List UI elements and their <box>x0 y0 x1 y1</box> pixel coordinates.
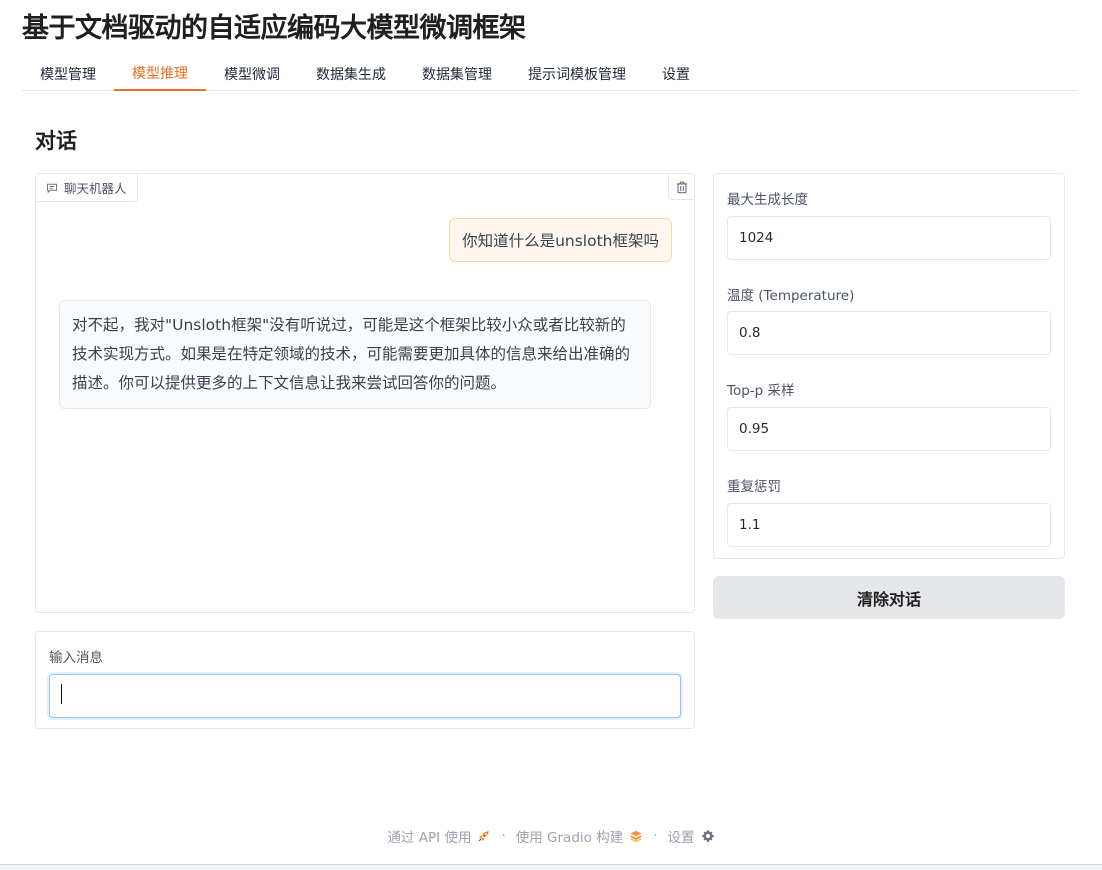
footer: 通过 API 使用 · 使用 Gradio 构建 · 设置 <box>0 826 1102 846</box>
bot-message: 对不起，我对"Unsloth框架"没有听说过，可能是这个框架比较小众或者比较新的… <box>59 300 651 409</box>
footer-settings-link[interactable]: 设置 <box>668 826 715 846</box>
clear-conversation-button[interactable]: 清除对话 <box>713 576 1065 619</box>
max-length-label: 最大生成长度 <box>727 192 808 208</box>
temperature-label: 温度 (Temperature) <box>727 288 855 304</box>
tab-dataset-generation[interactable]: 数据集生成 <box>298 57 404 91</box>
tab-model-management[interactable]: 模型管理 <box>22 57 114 91</box>
tab-prompt-template-management[interactable]: 提示词模板管理 <box>510 57 644 91</box>
footer-settings-label: 设置 <box>667 830 695 846</box>
tab-model-finetune[interactable]: 模型微调 <box>206 57 298 91</box>
gradio-link[interactable]: 使用 Gradio 构建 <box>516 826 643 846</box>
rocket-icon <box>479 831 490 842</box>
message-input-block: 输入消息 <box>35 631 695 729</box>
message-input-label: 输入消息 <box>49 650 103 666</box>
api-link[interactable]: 通过 API 使用 <box>388 826 492 846</box>
app-title: 基于文档驱动的自适应编码大模型微调框架 <box>22 13 526 44</box>
repetition-penalty-label: 重复惩罚 <box>727 479 781 495</box>
api-link-label: 通过 API 使用 <box>387 830 472 846</box>
repetition-penalty-input[interactable] <box>727 503 1051 547</box>
temperature-input[interactable] <box>727 311 1051 355</box>
window-bottom-edge <box>0 864 1102 870</box>
chatbot-label-text: 聊天机器人 <box>64 181 127 196</box>
text-caret <box>61 684 62 704</box>
tab-model-inference[interactable]: 模型推理 <box>114 57 206 91</box>
user-message: 你知道什么是unsloth框架吗 <box>449 218 672 262</box>
tab-bar: 模型管理 模型推理 模型微调 数据集生成 数据集管理 提示词模板管理 设置 <box>22 57 1078 91</box>
message-input[interactable] <box>49 674 681 718</box>
gear-icon <box>701 830 714 842</box>
tab-settings[interactable]: 设置 <box>644 57 708 91</box>
footer-separator: · <box>653 828 658 844</box>
top-p-label: Top-p 采样 <box>727 383 795 399</box>
gradio-link-label: 使用 Gradio 构建 <box>515 830 624 846</box>
chatbot-panel: 聊天机器人 你知道什么是unsloth框架吗 对不起，我对"Unsloth框架"… <box>35 173 695 613</box>
chat-bubble-icon <box>47 183 57 193</box>
clear-chat-trash-button[interactable] <box>668 174 694 200</box>
generation-settings-panel: 最大生成长度 温度 (Temperature) Top-p 采样 重复惩罚 <box>713 173 1065 559</box>
gradio-logo-icon <box>630 830 642 843</box>
max-length-input[interactable] <box>727 216 1051 260</box>
page: 基于文档驱动的自适应编码大模型微调框架 模型管理 模型推理 模型微调 数据集生成… <box>0 0 1102 870</box>
footer-separator: · <box>501 828 506 844</box>
top-p-input[interactable] <box>727 407 1051 451</box>
trash-icon <box>676 181 687 193</box>
tab-dataset-management[interactable]: 数据集管理 <box>404 57 510 91</box>
section-title: 对话 <box>35 129 77 153</box>
chatbot-label: 聊天机器人 <box>36 174 138 202</box>
